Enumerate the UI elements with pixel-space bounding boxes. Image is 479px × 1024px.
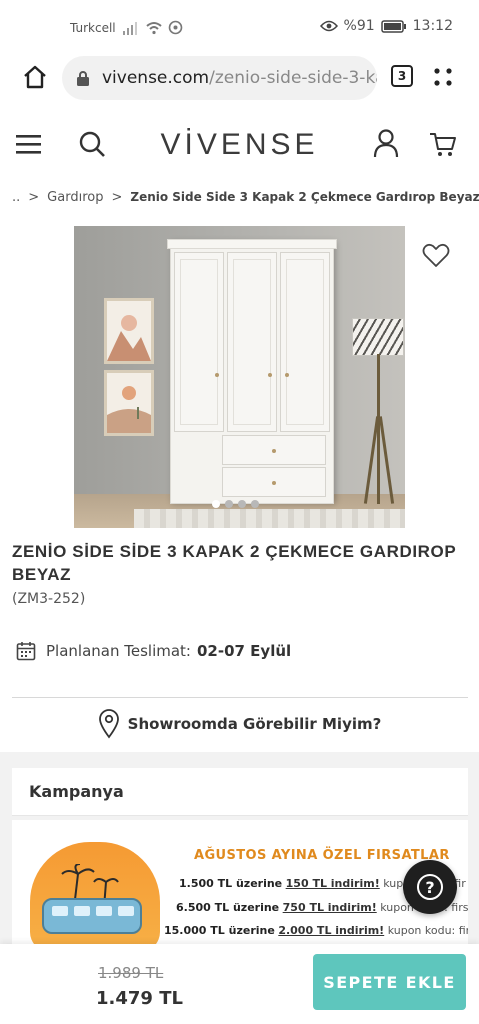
question-icon: ? — [417, 874, 443, 900]
battery-icon — [380, 19, 406, 33]
url-host: vivense.com — [102, 68, 210, 88]
gallery-dot[interactable] — [238, 500, 246, 508]
product-code: (ZM3-252) — [12, 591, 86, 607]
wardrobe-drawer — [222, 467, 326, 497]
offer-discount: 750 TL indirim! — [282, 901, 377, 914]
breadcrumb-ellipsis[interactable]: .. — [12, 190, 20, 205]
offer-threshold: 15.000 TL üzerine — [164, 924, 275, 937]
gallery-dots — [212, 500, 259, 508]
wifi-icon — [146, 21, 162, 34]
image-rug — [134, 509, 405, 528]
heart-icon[interactable] — [422, 242, 450, 268]
old-price: 1.989 TL — [98, 964, 164, 982]
cart-icon[interactable] — [428, 130, 458, 158]
user-icon[interactable] — [372, 128, 400, 158]
breadcrumb-separator: > — [28, 190, 40, 205]
home-icon[interactable] — [22, 64, 48, 90]
gallery-dot[interactable] — [225, 500, 233, 508]
status-right: %91 13:12 — [319, 18, 453, 34]
offer-threshold: 6.500 TL üzerine — [176, 901, 280, 914]
carrier-label: Turkcell — [70, 20, 116, 35]
site-logo[interactable]: VİVENSE — [0, 128, 479, 162]
browser-toolbar: vivense.com/zenio-side-side-3-ka 3 — [0, 52, 479, 104]
wardrobe-top — [167, 239, 337, 249]
offer-threshold: 1.500 TL üzerine — [179, 877, 283, 890]
campaign-title: Kampanya — [29, 782, 124, 801]
status-bar: Turkcell %91 13:12 — [0, 0, 479, 52]
product-image[interactable] — [74, 226, 405, 528]
wardrobe-graphic — [167, 239, 337, 504]
delivery-info: Planlanan Teslimat: 02-07 Eylül — [16, 641, 291, 661]
breadcrumb-current: Zenio Side Side 3 Kapak 2 Çekmece Gardır… — [130, 190, 479, 204]
campaign-header: Kampanya — [12, 768, 468, 816]
current-price: 1.479 TL — [96, 988, 183, 1009]
floor-lamp-leg — [377, 354, 380, 504]
breadcrumb: .. > Gardırop > Zenio Side Side 3 Kapak … — [12, 190, 479, 205]
showroom-label: Showroomda Görebilir Miyim? — [127, 715, 382, 733]
purchase-bar: 1.989 TL 1.479 TL SEPETE EKLE — [0, 944, 479, 1024]
floor-lamp — [352, 318, 404, 356]
site-header: VİVENSE — [0, 118, 479, 174]
signal-icon — [122, 21, 137, 35]
address-bar[interactable]: vivense.com/zenio-side-side-3-ka — [62, 56, 377, 100]
url-path: /zenio-side-side-3-ka — [209, 68, 377, 88]
showroom-link[interactable]: Showroomda Görebilir Miyim? — [0, 709, 479, 739]
eye-icon — [319, 20, 338, 32]
wall-art-top — [104, 298, 154, 364]
clock: 13:12 — [412, 18, 453, 34]
lock-icon — [77, 71, 89, 86]
wardrobe-door — [227, 252, 277, 432]
divider — [12, 697, 468, 698]
wardrobe-door — [174, 252, 224, 432]
more-options-icon[interactable] — [432, 66, 454, 88]
calendar-icon — [16, 642, 36, 661]
van-illustration — [42, 898, 142, 934]
wardrobe-door — [280, 252, 330, 432]
help-button[interactable]: ? — [403, 860, 457, 914]
gallery-dot[interactable] — [212, 500, 220, 508]
offer-discount: 150 TL indirim! — [285, 877, 380, 890]
gallery-dot[interactable] — [251, 500, 259, 508]
offer-code: kupon kodu: firsat2000 — [387, 924, 468, 937]
tab-count-button[interactable]: 3 — [391, 65, 413, 87]
campaign-banner[interactable]: AĞUSTOS AYINA ÖZEL FIRSATLAR 1.500 TL üz… — [12, 820, 468, 944]
status-left: Turkcell — [70, 20, 183, 35]
offer-line: 15.000 TL üzerine 2.000 TL indirim! kupo… — [164, 924, 468, 937]
banner-title: AĞUSTOS AYINA ÖZEL FIRSATLAR — [194, 848, 450, 863]
location-pin-icon — [98, 709, 119, 739]
battery-percent: %91 — [343, 18, 375, 34]
breadcrumb-category[interactable]: Gardırop — [47, 190, 103, 205]
product-title: ZENİO SİDE SİDE 3 KAPAK 2 ÇEKMECE GARDIR… — [12, 542, 456, 584]
breadcrumb-separator: > — [111, 190, 123, 205]
add-to-cart-button[interactable]: SEPETE EKLE — [313, 954, 466, 1010]
whatsapp-icon — [168, 20, 182, 35]
wardrobe-drawer — [222, 435, 326, 465]
offer-discount: 2.000 TL indirim! — [278, 924, 385, 937]
delivery-label: Planlanan Teslimat: — [46, 642, 191, 660]
delivery-value: 02-07 Eylül — [196, 642, 292, 660]
wall-art-bottom — [104, 370, 154, 436]
